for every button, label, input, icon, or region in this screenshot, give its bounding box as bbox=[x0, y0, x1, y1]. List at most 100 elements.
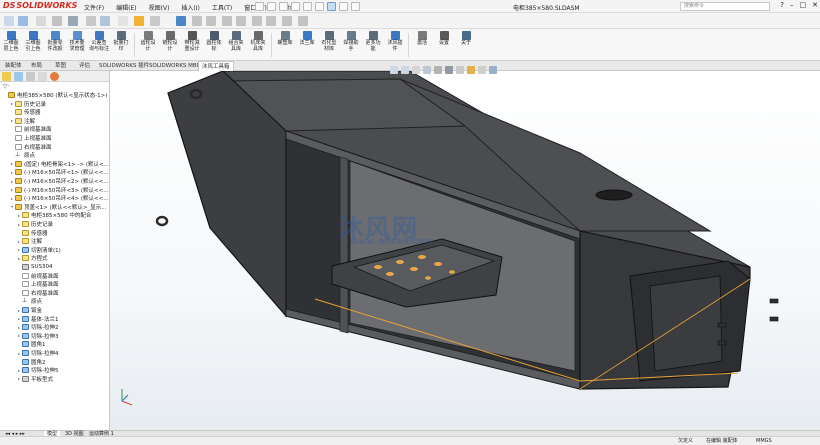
tree-item[interactable]: 前视基准面 bbox=[9, 125, 52, 133]
dimxpert-tab-icon[interactable] bbox=[38, 72, 47, 81]
tree-item[interactable]: ⊥ 原点 bbox=[16, 297, 42, 305]
ribbon-button-14[interactable]: 石化型 材库 bbox=[318, 31, 340, 59]
mate-icon[interactable] bbox=[206, 16, 216, 26]
tree-item[interactable]: ▾ 顶盖<1> (默认<<默认>_显示... bbox=[9, 203, 106, 211]
ribbon-button-18[interactable]: 激活 bbox=[411, 31, 433, 59]
ribbon-button-5[interactable]: 批量打 印 bbox=[110, 31, 132, 59]
section-view-hud-icon[interactable] bbox=[423, 66, 431, 74]
ribbon-button-7[interactable]: 链轮设 计 bbox=[159, 31, 181, 59]
view-orientation-icon[interactable] bbox=[52, 16, 62, 26]
edit-appearance-icon[interactable] bbox=[100, 16, 110, 26]
close-icon[interactable]: ✕ bbox=[812, 1, 818, 9]
display-manager-tab-icon[interactable] bbox=[50, 72, 59, 81]
tree-item[interactable]: ▸ 平板型式 bbox=[16, 375, 53, 383]
ribbon-button-10[interactable]: 组合夹 具库 bbox=[225, 31, 247, 59]
ribbon-button-8[interactable]: 带轮减 重设计 bbox=[181, 31, 203, 59]
ribbon-button-3[interactable]: 技术要 求管理 bbox=[66, 31, 88, 59]
help-icon[interactable]: ? bbox=[780, 1, 784, 9]
ribbon-button-1[interactable]: 三维图 引上色 bbox=[22, 31, 44, 59]
smart-fastener-icon[interactable] bbox=[236, 16, 246, 26]
solidworks-logo[interactable]: DS SOLIDWORKS bbox=[3, 1, 77, 10]
monitor-hud-icon[interactable] bbox=[489, 66, 497, 74]
filter-icon[interactable]: ▽· bbox=[3, 83, 10, 90]
table-icon[interactable] bbox=[252, 16, 262, 26]
ribbon-button-0[interactable]: 二维图 层上色 bbox=[0, 31, 22, 59]
ribbon-button-12[interactable]: 螺塑库 bbox=[274, 31, 296, 59]
rebuild-icon[interactable] bbox=[339, 2, 348, 11]
ambient-occlusion-icon[interactable] bbox=[150, 16, 160, 26]
tree-item[interactable]: ▸ 历史记录 bbox=[16, 220, 53, 228]
ribbon-button-16[interactable]: 更多功 能 bbox=[362, 31, 384, 59]
tab-2[interactable]: 草图 bbox=[52, 61, 69, 71]
tab-6[interactable]: 沐风工具箱 bbox=[198, 61, 234, 71]
menu-view[interactable]: 视图(V) bbox=[143, 3, 176, 12]
ribbon-button-11[interactable]: 机床夹 具库 bbox=[247, 31, 269, 59]
ribbon-button-6[interactable]: 齿轮设 计 bbox=[137, 31, 159, 59]
tree-item[interactable]: 右视基准面 bbox=[16, 289, 59, 297]
ribbon-button-17[interactable]: 沐风插 件 bbox=[384, 31, 406, 59]
maximize-icon[interactable]: □ bbox=[800, 1, 807, 9]
previous-view-icon[interactable] bbox=[412, 66, 420, 74]
menu-tools[interactable]: 工具(T) bbox=[206, 3, 238, 12]
tree-item[interactable]: 传感器 bbox=[16, 229, 48, 237]
tree-item[interactable]: 前视基准面 bbox=[16, 272, 59, 280]
view-settings-icon[interactable] bbox=[134, 16, 144, 26]
minimize-icon[interactable]: – bbox=[790, 1, 794, 9]
view-zoom-icon[interactable] bbox=[18, 16, 28, 26]
ribbon-button-13[interactable]: 法兰库 bbox=[296, 31, 318, 59]
tree-item[interactable]: ▸ 切除-拉伸2 bbox=[16, 323, 58, 331]
tab-3[interactable]: 评估 bbox=[76, 61, 93, 71]
display-style-icon[interactable] bbox=[68, 16, 78, 26]
tree-item[interactable]: ▸ 历史记录 bbox=[9, 100, 46, 108]
view-orientation-hud-icon[interactable] bbox=[434, 66, 442, 74]
tab-0[interactable]: 装配体 bbox=[2, 61, 25, 71]
menu-edit[interactable]: 编辑(E) bbox=[110, 3, 142, 12]
hide-items-icon[interactable] bbox=[456, 66, 464, 74]
zoom-area-icon[interactable] bbox=[401, 66, 409, 74]
explode-icon[interactable] bbox=[282, 16, 292, 26]
undo-icon[interactable] bbox=[303, 2, 312, 11]
tree-filter[interactable]: ▽· bbox=[0, 82, 109, 91]
tree-item[interactable]: ▸ 电柜385×580 中的配合 bbox=[16, 211, 91, 219]
save-icon[interactable] bbox=[279, 2, 288, 11]
tree-item[interactable]: 上视基准面 bbox=[9, 134, 52, 142]
link-icon[interactable] bbox=[192, 16, 202, 26]
tab-5[interactable]: SOLIDWORKS MBD bbox=[146, 61, 204, 71]
ribbon-button-9[interactable]: 圆柱体 标 bbox=[203, 31, 225, 59]
tree-item[interactable]: ▸ 注解 bbox=[9, 117, 35, 125]
graphics-viewport[interactable]: 沐风网 www.mfcad.com bbox=[110, 71, 820, 430]
tab-1[interactable]: 布局 bbox=[28, 61, 45, 71]
tree-item[interactable]: ▸ (-) M16×50吊环<3> (默认<<... bbox=[9, 186, 108, 194]
tree-item[interactable]: ▸ 切除-拉伸4 bbox=[16, 349, 58, 357]
appearance-hud-icon[interactable] bbox=[467, 66, 475, 74]
tree-item[interactable]: ▸ 钣金 bbox=[16, 306, 42, 314]
move-component-icon[interactable] bbox=[222, 16, 232, 26]
options-gear-icon[interactable] bbox=[351, 2, 360, 11]
tree-item[interactable]: ▸ (-) M16×50吊环<4> (默认<<... bbox=[9, 194, 108, 202]
section-view-icon[interactable] bbox=[36, 16, 46, 26]
hide-show-icon[interactable] bbox=[86, 16, 96, 26]
feature-tree-tab-icon[interactable] bbox=[2, 72, 11, 81]
tree-item[interactable]: ▸ 方程式 bbox=[16, 254, 48, 262]
tree-item[interactable]: 电柜385×580 (默认<显示状态-1>) bbox=[2, 91, 107, 99]
tree-item[interactable]: ⊥ 原点 bbox=[9, 151, 35, 159]
print-icon[interactable] bbox=[291, 2, 300, 11]
coordinate-icon[interactable] bbox=[176, 16, 186, 26]
tree-item[interactable]: ▸ 注解 bbox=[16, 237, 42, 245]
search-commands-input[interactable]: 搜索命令 bbox=[680, 2, 770, 11]
tree-item[interactable]: 圆角2 bbox=[16, 358, 46, 366]
property-manager-tab-icon[interactable] bbox=[14, 72, 23, 81]
tree-item[interactable]: 上视基准面 bbox=[16, 280, 59, 288]
ribbon-button-15[interactable]: 焊接助 手 bbox=[340, 31, 362, 59]
tree-item[interactable]: 传感器 bbox=[9, 108, 41, 116]
scene-hud-icon[interactable] bbox=[478, 66, 486, 74]
tree-item[interactable]: SUS304 bbox=[16, 263, 53, 271]
ribbon-button-4[interactable]: 公差查 询与标注 bbox=[88, 31, 110, 59]
pen-icon[interactable] bbox=[298, 16, 308, 26]
tree-item[interactable]: 右视基准面 bbox=[9, 143, 52, 151]
chart-icon[interactable] bbox=[266, 16, 276, 26]
tree-item[interactable]: 圆角1 bbox=[16, 340, 46, 348]
tree-item[interactable]: ▸ (-) M16×50吊环<2> (默认<<... bbox=[9, 177, 108, 185]
new-doc-icon[interactable] bbox=[255, 2, 264, 11]
zoom-icon[interactable] bbox=[4, 16, 14, 26]
